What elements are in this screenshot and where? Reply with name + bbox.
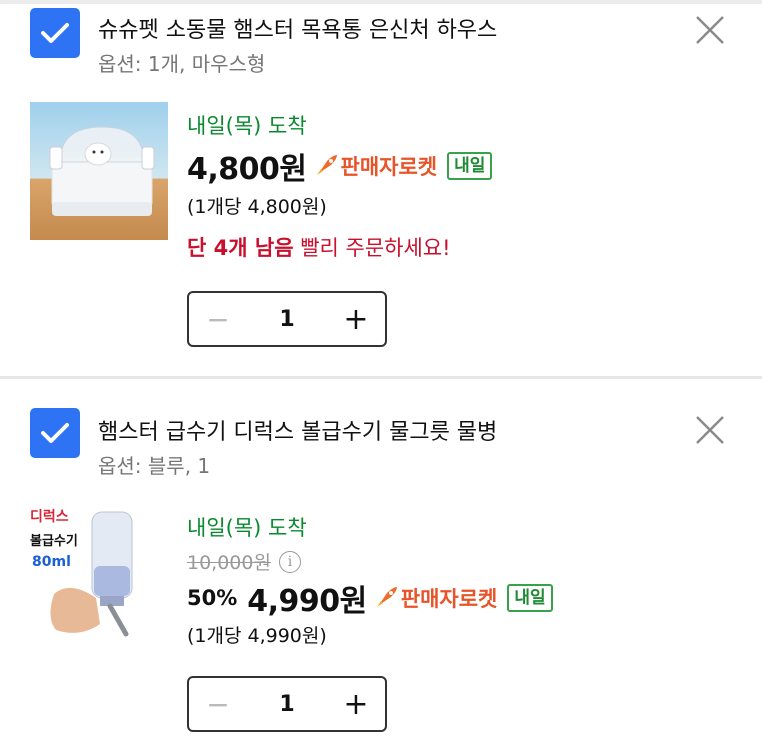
quantity-stepper: − 1 + [187, 676, 387, 732]
price-row: 4,800원 판매자로켓 내일 [187, 144, 493, 188]
tomorrow-badge: 내일 [507, 584, 553, 612]
stock-message: 빨리 주문하세요! [293, 236, 451, 260]
product-option: 옵션: 블루, 1 [98, 454, 211, 478]
arrival-date: 내일(목) 도착 [187, 114, 307, 138]
product-option: 옵션: 1개, 마우스형 [98, 52, 266, 76]
quantity-value[interactable]: 1 [247, 307, 327, 332]
quantity-value[interactable]: 1 [247, 692, 327, 717]
price: 4,800원 [187, 152, 307, 187]
original-price: 10,000원 [187, 552, 271, 574]
rocket-text: 판매자로켓 [340, 155, 438, 179]
discount-rate: 50% [187, 586, 238, 610]
checkmark-icon [41, 423, 69, 443]
cart-item: 슈슈펫 소동물 햄스터 목욕통 은신처 하우스 옵션: 1개, 마우스형 내일(… [0, 0, 762, 377]
close-icon [696, 416, 724, 444]
seller-rocket-label: 판매자로켓 [373, 583, 498, 613]
info-icon[interactable]: i [278, 550, 301, 573]
remove-item-button[interactable] [690, 410, 730, 450]
rocket-icon [316, 155, 337, 175]
arrival-date: 내일(목) 도착 [187, 516, 307, 540]
close-icon [696, 16, 724, 44]
decrease-button[interactable]: − [189, 688, 247, 721]
stock-count: 단 4개 남음 [187, 236, 294, 260]
item-checkbox[interactable] [30, 408, 80, 458]
increase-button[interactable]: + [327, 302, 385, 337]
price: 4,990원 [247, 584, 367, 619]
unit-price: (1개당 4,990원) [187, 625, 327, 647]
cart-item: 햄스터 급수기 디럭스 볼급수기 물그릇 물병 옵션: 블루, 1 디럭스 볼급… [0, 378, 762, 750]
product-image[interactable]: 디럭스 볼급수기 80ml [30, 506, 160, 644]
item-checkbox[interactable] [30, 8, 80, 58]
quantity-stepper: − 1 + [187, 291, 387, 347]
stock-warning: 단 4개 남음 빨리 주문하세요! [187, 232, 451, 262]
seller-rocket-label: 판매자로켓 [313, 151, 438, 181]
original-price-row: 10,000원 i [187, 548, 301, 575]
unit-price: (1개당 4,800원) [187, 196, 327, 218]
price-row: 50% 4,990원 판매자로켓 내일 [187, 576, 553, 620]
product-title[interactable]: 슈슈펫 소동물 햄스터 목욕통 은신처 하우스 [98, 12, 497, 44]
rocket-text: 판매자로켓 [400, 587, 498, 611]
checkmark-icon [41, 23, 69, 43]
product-title[interactable]: 햄스터 급수기 디럭스 볼급수기 물그릇 물병 [98, 414, 497, 446]
rocket-icon [376, 587, 397, 607]
tomorrow-badge: 내일 [447, 152, 493, 180]
increase-button[interactable]: + [327, 687, 385, 722]
remove-item-button[interactable] [690, 10, 730, 50]
decrease-button[interactable]: − [189, 303, 247, 336]
product-image[interactable] [30, 102, 168, 240]
